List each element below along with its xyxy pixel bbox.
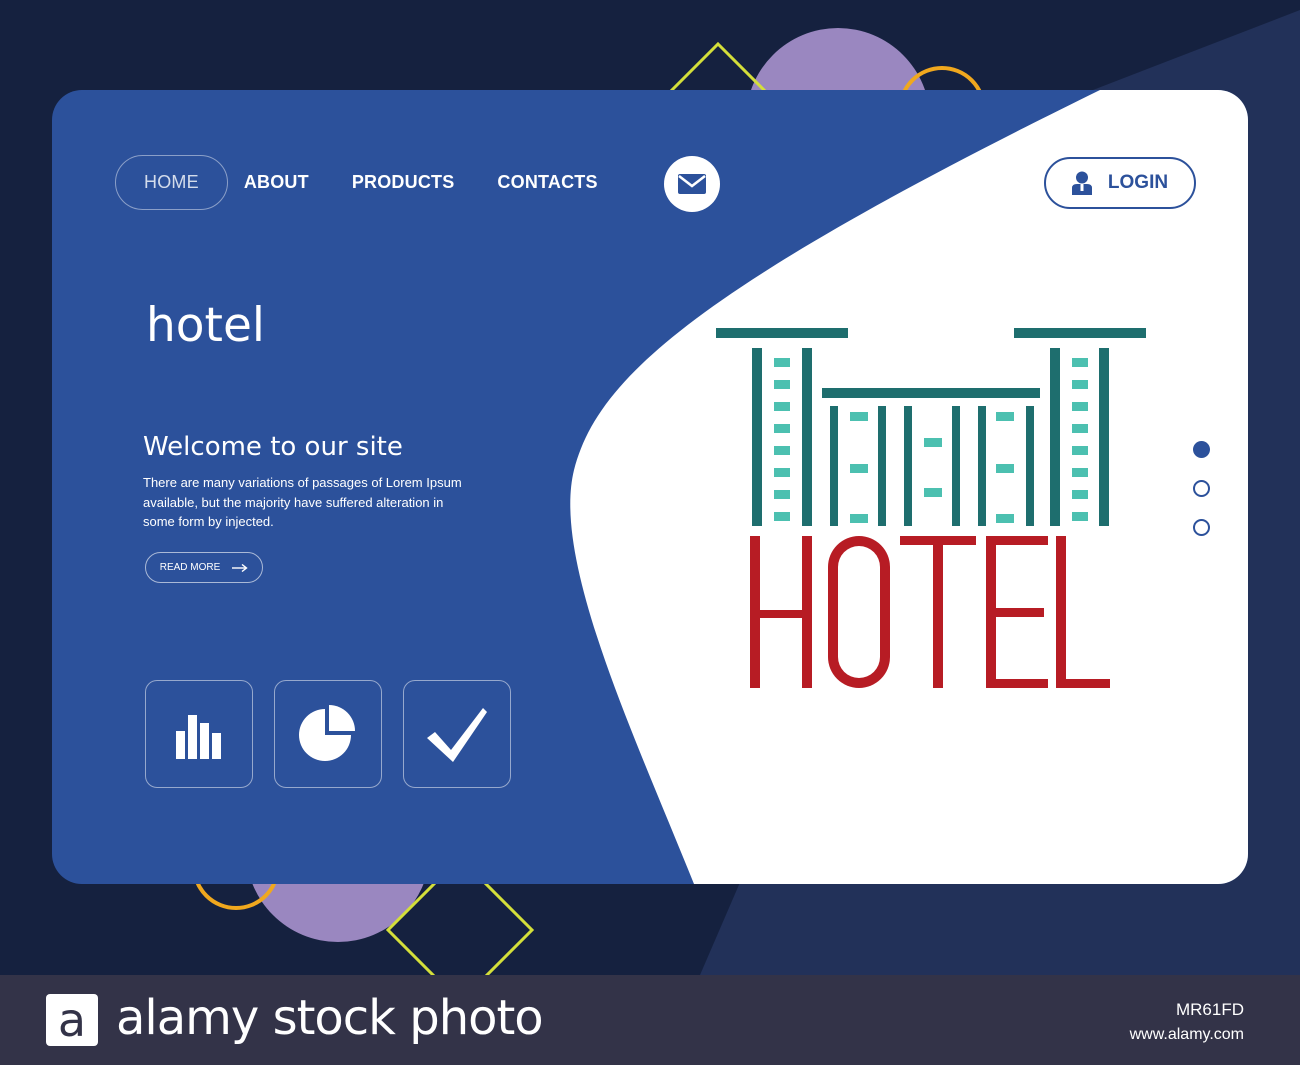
checkmark-icon <box>427 708 487 762</box>
middle-windows <box>850 412 1014 523</box>
pie-chart-icon <box>299 705 355 761</box>
feature-chart-button[interactable] <box>274 680 382 788</box>
mail-button[interactable] <box>664 156 720 212</box>
left-tower-roof <box>716 328 848 338</box>
feature-check-button[interactable] <box>403 680 511 788</box>
right-tower-windows <box>1072 358 1088 521</box>
read-more-label: READ MORE <box>159 562 221 573</box>
hotel-illustration <box>716 328 1146 688</box>
hotel-wordmark <box>750 536 1110 688</box>
right-tower-roof <box>1014 328 1146 338</box>
pager-dot-1[interactable] <box>1193 441 1210 458</box>
welcome-heading: Welcome to our site <box>143 432 403 462</box>
login-button[interactable]: LOGIN <box>1044 157 1196 209</box>
nav-about[interactable]: ABOUT <box>244 172 309 193</box>
main-nav: HOME ABOUT PRODUCTS CONTACTS <box>115 155 641 210</box>
bar-chart-icon <box>176 715 221 759</box>
nav-products[interactable]: PRODUCTS <box>352 172 455 193</box>
feature-stats-button[interactable] <box>145 680 253 788</box>
pager-dot-2[interactable] <box>1193 480 1210 497</box>
arrow-right-icon <box>232 563 248 572</box>
footer-brand: alamy stock photo <box>116 990 544 1046</box>
image-code: MR61FD <box>1175 1000 1244 1019</box>
right-tower-wall <box>1050 348 1060 526</box>
read-more-button[interactable]: READ MORE <box>145 552 263 583</box>
left-tower-windows <box>774 358 790 521</box>
page-title: hotel <box>146 298 265 353</box>
left-tower-wall <box>802 348 812 526</box>
login-label: LOGIN <box>1107 172 1169 193</box>
alamy-logo: a <box>46 994 98 1046</box>
user-icon <box>1071 171 1092 195</box>
envelope-icon <box>678 174 706 194</box>
right-tower-wall <box>1099 348 1109 526</box>
welcome-description: There are many variations of passages of… <box>143 475 462 529</box>
left-tower-wall <box>752 348 762 526</box>
pager-dot-3[interactable] <box>1193 519 1210 536</box>
nav-contacts[interactable]: CONTACTS <box>497 172 597 193</box>
nav-home[interactable]: HOME <box>115 155 228 210</box>
middle-roof <box>822 388 1040 398</box>
footer-url[interactable]: www.alamy.com <box>1130 1026 1244 1044</box>
